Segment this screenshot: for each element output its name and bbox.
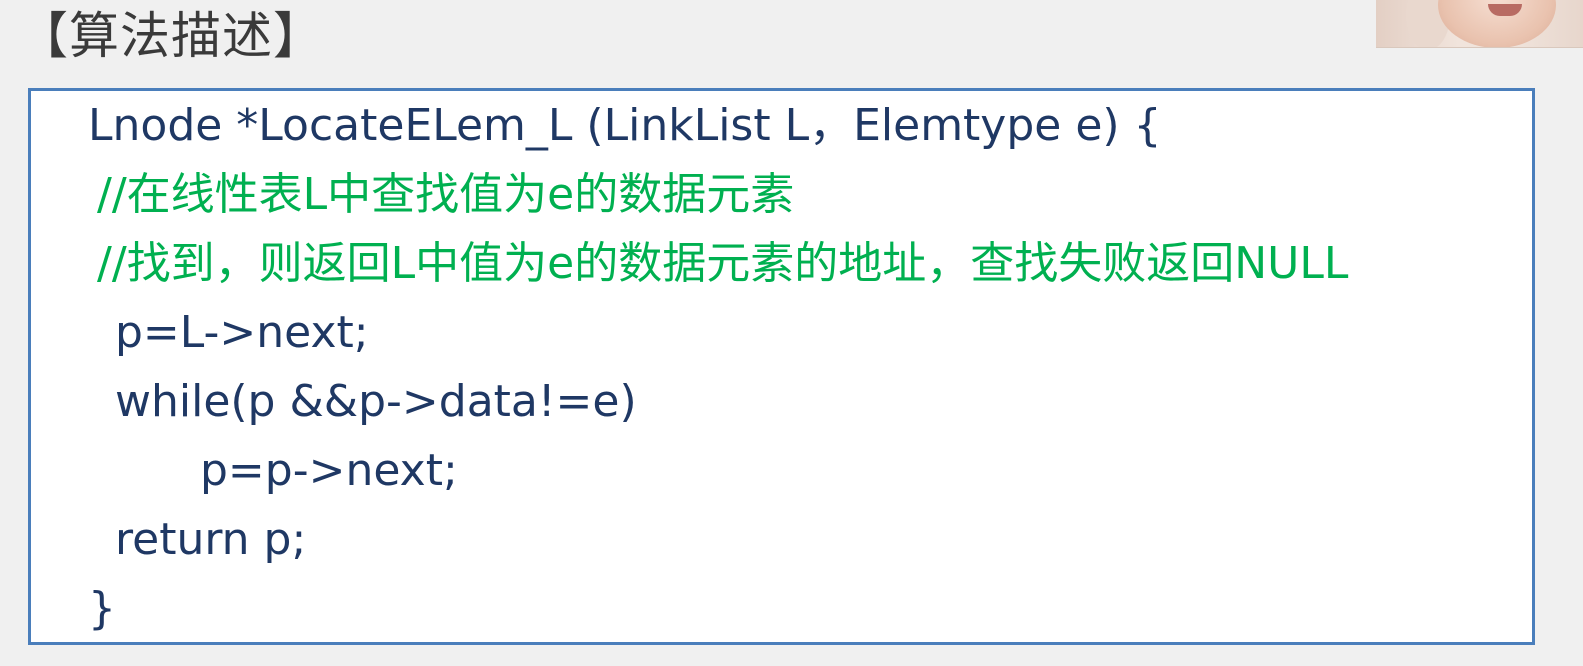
- presenter-video-thumbnail: [1376, 0, 1583, 48]
- code-line-function-signature: Lnode *LocateELem_L (LinkList L，Elemtype…: [88, 100, 1162, 151]
- code-line-assign-p: p=L->next;: [115, 307, 369, 358]
- code-line-while: while(p &&p->data!=e): [115, 376, 637, 427]
- algorithm-code-box: Lnode *LocateELem_L (LinkList L，Elemtype…: [28, 88, 1535, 645]
- code-comment-line-2: //找到，则返回L中值为e的数据元素的地址，查找失败返回NULL: [97, 238, 1349, 289]
- code-line-return: return p;: [115, 514, 307, 565]
- slide-title: 【算法描述】: [18, 7, 324, 65]
- code-line-closing-brace: }: [88, 583, 116, 634]
- code-line-loop-body: p=p->next;: [200, 445, 458, 496]
- code-comment-line-1: //在线性表L中查找值为e的数据元素: [97, 169, 795, 220]
